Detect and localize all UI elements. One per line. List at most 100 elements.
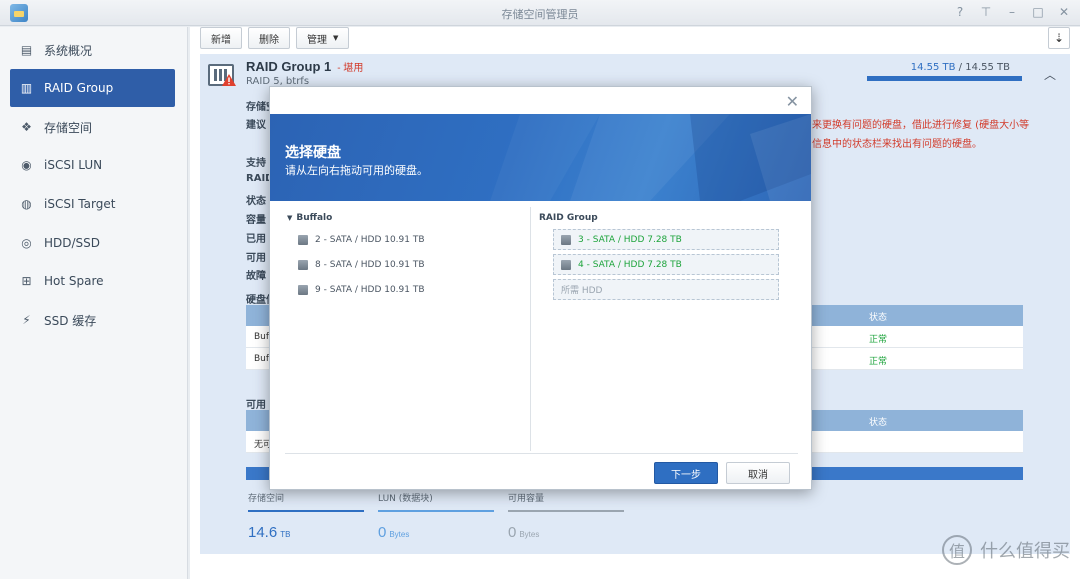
info-label: 可用 bbox=[246, 253, 266, 264]
dialog-title: 选择硬盘 bbox=[285, 145, 341, 161]
sidebar-item-hot-spare[interactable]: ⊞ Hot Spare bbox=[10, 262, 175, 300]
warning-icon bbox=[222, 74, 236, 86]
hot-spare-icon: ⊞ bbox=[21, 274, 32, 288]
raid-status-badge: - 堪用 bbox=[337, 63, 364, 74]
caret-down-icon: ▼ bbox=[287, 214, 293, 222]
disk-state-cell: 正常 bbox=[869, 357, 888, 367]
stat-label: 存储空间 bbox=[248, 494, 285, 504]
watermark: 值 什么值得买 bbox=[942, 535, 1070, 565]
disk-name-cell: Buf bbox=[254, 354, 270, 364]
usage-total: 14.55 TB bbox=[965, 62, 1010, 73]
dialog-close-icon[interactable]: ✕ bbox=[786, 92, 799, 111]
hdd-icon bbox=[298, 285, 308, 295]
hdd-icon bbox=[298, 260, 308, 270]
sidebar-item-label: iSCSI Target bbox=[44, 197, 116, 211]
stat-storage-space: 存储空间 14.6 TB bbox=[248, 491, 364, 541]
usage-text: 14.55 TB / 14.55 TB bbox=[910, 62, 1010, 73]
minimize-icon[interactable]: – bbox=[1006, 5, 1018, 19]
available-disk-section-title: 可用 bbox=[246, 400, 266, 411]
disk-name-cell: Buf bbox=[254, 332, 270, 342]
dialog-header: 选择硬盘 请从左向右拖动可用的硬盘。 bbox=[270, 114, 811, 201]
empty-disk-slot[interactable]: 所需 HDD bbox=[553, 279, 779, 300]
hdd-icon bbox=[561, 234, 571, 245]
sort-icon: ⇣ bbox=[1053, 31, 1065, 45]
sidebar-item-label: HDD/SSD bbox=[44, 236, 101, 250]
source-disk[interactable]: 8 - SATA / HDD 10.91 TB bbox=[298, 260, 425, 270]
target-disk-slot[interactable]: 3 - SATA / HDD 7.28 TB bbox=[553, 229, 779, 250]
maximize-icon[interactable]: □ bbox=[1032, 5, 1044, 19]
target-group-header: RAID Group bbox=[539, 213, 598, 223]
sidebar-item-iscsi-target[interactable]: ◍ iSCSI Target bbox=[10, 185, 175, 223]
source-disk[interactable]: 9 - SATA / HDD 10.91 TB bbox=[298, 285, 425, 295]
raid-icon: ▥ bbox=[20, 81, 33, 95]
info-label: 故障 bbox=[246, 271, 266, 282]
help-icon[interactable]: ? bbox=[954, 5, 966, 19]
cancel-button[interactable]: 取消 bbox=[726, 462, 790, 484]
overview-icon: ▤ bbox=[20, 43, 33, 57]
source-group-header[interactable]: ▼ Buffalo bbox=[287, 213, 332, 223]
disk-state-cell: 正常 bbox=[869, 335, 888, 345]
hdd-icon bbox=[561, 259, 571, 270]
caret-down-icon: ▼ bbox=[333, 34, 339, 42]
info-label: 容量 bbox=[246, 215, 266, 226]
dialog-subtitle: 请从左向右拖动可用的硬盘。 bbox=[285, 164, 428, 177]
sidebar-item-iscsi-lun[interactable]: ◉ iSCSI LUN bbox=[10, 146, 175, 184]
sidebar-item-raid-group[interactable]: ▥ RAID Group bbox=[10, 69, 175, 107]
sidebar-item-label: iSCSI LUN bbox=[44, 158, 103, 172]
repair-warning-text: 信息中的状态栏来找出有问题的硬盘。 bbox=[812, 139, 982, 150]
raid-group-title: RAID Group 1 - 堪用 bbox=[246, 59, 363, 74]
sidebar-item-label: Hot Spare bbox=[44, 274, 104, 288]
manage-dropdown[interactable]: 管理 ▼ bbox=[296, 27, 350, 49]
footer-divider bbox=[285, 453, 798, 454]
ssd-cache-icon: ⚡ bbox=[22, 313, 31, 327]
sort-button[interactable]: ⇣ bbox=[1048, 27, 1070, 49]
source-disk[interactable]: 2 - SATA / HDD 10.91 TB bbox=[298, 235, 425, 245]
usage-bar bbox=[867, 76, 1022, 81]
sidebar-item-ssd-cache[interactable]: ⚡ SSD 缓存 bbox=[10, 301, 175, 339]
info-label: 已用 bbox=[246, 234, 266, 245]
manage-label: 管理 bbox=[307, 34, 327, 46]
sidebar-item-label: SSD 缓存 bbox=[44, 313, 97, 328]
stat-value: 14.6 TB bbox=[248, 524, 291, 541]
state-column-header: 状态 bbox=[869, 313, 888, 323]
stat-underline bbox=[248, 510, 364, 512]
window-titlebar: 存储空间管理员 ? ⊤ – □ ✕ bbox=[0, 0, 1080, 26]
delete-button[interactable]: 删除 bbox=[248, 27, 290, 49]
stat-lun: LUN (数据块) 0 Bytes bbox=[378, 491, 494, 541]
stat-free-capacity: 可用容量 0 Bytes bbox=[508, 491, 624, 541]
storage-icon: ❖ bbox=[21, 120, 32, 134]
create-button[interactable]: 新增 bbox=[200, 27, 242, 49]
window-controls: ? ⊤ – □ ✕ bbox=[954, 5, 1070, 19]
hdd-icon bbox=[298, 235, 308, 245]
sidebar-item-overview[interactable]: ▤ 系统概况 bbox=[10, 31, 175, 69]
select-disk-dialog: ✕ 选择硬盘 请从左向右拖动可用的硬盘。 ▼ Buffalo 2 - SATA /… bbox=[269, 86, 812, 490]
target-disk-slot[interactable]: 4 - SATA / HDD 7.28 TB bbox=[553, 254, 779, 275]
stat-underline bbox=[378, 510, 494, 512]
close-icon[interactable]: ✕ bbox=[1058, 5, 1070, 19]
disk-icon: ◎ bbox=[21, 236, 32, 250]
stat-value: 0 Bytes bbox=[378, 524, 410, 541]
target-icon: ◍ bbox=[21, 197, 32, 211]
sidebar: ▤ 系统概况 ▥ RAID Group ❖ 存储空间 ◉ iSCSI LUN ◍… bbox=[0, 27, 188, 579]
sidebar-item-label: 系统概况 bbox=[44, 43, 93, 58]
sidebar-item-hdd-ssd[interactable]: ◎ HDD/SSD bbox=[10, 224, 175, 262]
info-label: 状态 bbox=[246, 196, 266, 207]
sidebar-item-storage[interactable]: ❖ 存储空间 bbox=[10, 108, 175, 146]
toolbar: 新增 删除 管理 ▼ bbox=[200, 27, 350, 51]
pin-icon[interactable]: ⊤ bbox=[980, 5, 992, 19]
repair-warning-text: 来更换有问题的硬盘，借此进行修复 (硬盘大小等 bbox=[812, 120, 1030, 131]
next-button[interactable]: 下一步 bbox=[654, 462, 718, 484]
usage-used: 14.55 TB bbox=[910, 62, 956, 73]
collapse-icon[interactable]: ︿ bbox=[1044, 66, 1056, 83]
state-column-header: 状态 bbox=[869, 418, 888, 428]
sidebar-item-label: RAID Group bbox=[44, 81, 114, 95]
raid-group-name: RAID Group 1 bbox=[246, 59, 332, 74]
lun-icon: ◉ bbox=[21, 158, 32, 172]
window-title: 存储空间管理员 bbox=[501, 8, 579, 21]
stat-label: 可用容量 bbox=[508, 494, 545, 504]
stat-label: LUN (数据块) bbox=[378, 494, 433, 504]
watermark-text: 什么值得买 bbox=[980, 541, 1070, 562]
column-divider bbox=[530, 207, 531, 451]
stat-value: 0 Bytes bbox=[508, 524, 540, 541]
info-label: 支持 bbox=[246, 158, 266, 169]
